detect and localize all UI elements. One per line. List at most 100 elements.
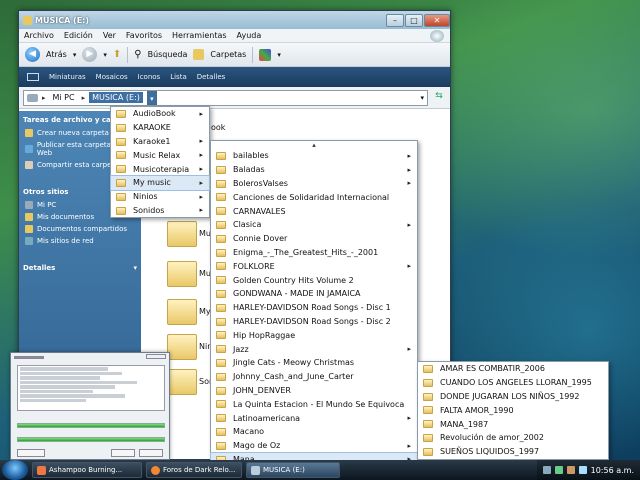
menu-item[interactable]: FOLKLORE ▸ xyxy=(211,259,417,273)
menu-item[interactable]: La Quinta Estacion - El Mundo Se Equivoc… xyxy=(211,397,417,411)
folder-icon[interactable] xyxy=(167,369,197,395)
search-button[interactable]: Búsqueda xyxy=(148,50,188,59)
place-shared-documents[interactable]: Documentos compartidos xyxy=(19,223,141,235)
dialog-button[interactable] xyxy=(17,449,45,457)
chevron-down-icon[interactable]: ▾ xyxy=(103,51,107,59)
menu-item[interactable]: bailables ▸ xyxy=(211,149,417,163)
menu-item[interactable]: Jingle Cats - Meowy Christmas xyxy=(211,356,417,370)
folder-icon[interactable] xyxy=(167,221,197,247)
title-bar[interactable]: MUSICA (E:) – □ ✕ xyxy=(19,11,450,29)
menu-item[interactable]: Enigma_-_The_Greatest_Hits_-_2001 xyxy=(211,246,417,260)
folder-label[interactable]: ook xyxy=(211,123,225,132)
network-icon xyxy=(25,237,33,245)
close-button[interactable]: ✕ xyxy=(424,13,450,27)
preview-pane-icon[interactable] xyxy=(27,73,39,81)
place-network[interactable]: Mis sitios de red xyxy=(19,235,141,247)
menu-item[interactable]: Baladas ▸ xyxy=(211,163,417,177)
taskbar-button-foros[interactable]: Foros de Dark Relo... xyxy=(146,462,242,478)
dialog-button[interactable] xyxy=(111,449,135,457)
view-list[interactable]: Lista xyxy=(170,73,187,81)
chevron-down-icon[interactable]: ▾ xyxy=(73,51,77,59)
view-icons[interactable]: Iconos xyxy=(138,73,161,81)
menu-item[interactable]: Music Relax ▸ xyxy=(111,148,209,162)
menu-item[interactable]: Clasica ▸ xyxy=(211,218,417,232)
menu-item[interactable]: Latinoamericana ▸ xyxy=(211,411,417,425)
address-box[interactable]: ▸ Mi PC ▸ MUSICA (E:) ▾ ▾ xyxy=(23,89,428,106)
start-button[interactable] xyxy=(2,460,28,480)
views-icon[interactable] xyxy=(259,48,272,61)
view-thumbnails[interactable]: Miniaturas xyxy=(49,73,86,81)
view-tiles[interactable]: Mosaicos xyxy=(96,73,128,81)
back-button[interactable]: Atrás xyxy=(46,50,67,59)
tray-icon[interactable] xyxy=(554,466,563,474)
menu-item-label: DONDE JUGARAN LOS NIÑOS_1992 xyxy=(440,391,580,401)
menu-item[interactable]: Ninios ▸ xyxy=(111,190,209,204)
menu-item[interactable]: My music ▸ xyxy=(110,174,210,191)
menu-item[interactable]: BolerosValses ▸ xyxy=(211,177,417,191)
menu-item[interactable]: AudioBook ▸ xyxy=(111,107,209,121)
menu-item[interactable]: JOHN_DENVER xyxy=(211,384,417,398)
menu-archivo[interactable]: Archivo xyxy=(24,31,54,40)
menu-item[interactable]: GONDWANA - MADE IN JAMAICA xyxy=(211,287,417,301)
menu-item-label: Ninios xyxy=(133,192,158,202)
menu-ayuda[interactable]: Ayuda xyxy=(237,31,262,40)
menu-item[interactable]: Jazz ▸ xyxy=(211,342,417,356)
menu-item[interactable]: Johnny_Cash_and_June_Carter xyxy=(211,370,417,384)
breadcrumb-musica[interactable]: MUSICA (E:) xyxy=(89,92,143,103)
clock[interactable]: 10:56 a.m. xyxy=(591,466,634,475)
taskbar-button-musica[interactable]: MUSICA (E:) xyxy=(246,462,340,478)
menu-item[interactable]: Hip HopRaggae xyxy=(211,328,417,342)
folder-icon[interactable] xyxy=(167,261,197,287)
view-details[interactable]: Detalles xyxy=(197,73,226,81)
folder-icon[interactable] xyxy=(167,334,197,360)
submenu-arrow-icon: ▸ xyxy=(199,137,203,146)
menu-item[interactable]: Canciones de Solidaridad Internacional xyxy=(211,190,417,204)
chevron-right-icon[interactable]: ▸ xyxy=(42,94,46,102)
menu-item[interactable]: FALTA AMOR_1990 xyxy=(418,403,608,417)
folders-button[interactable]: Carpetas xyxy=(210,50,246,59)
menu-item[interactable]: Sonidos ▸ xyxy=(111,204,209,218)
menu-item[interactable]: Revolución de amor_2002 xyxy=(418,431,608,445)
menu-item[interactable]: Karaoke1 ▸ xyxy=(111,135,209,149)
menu-item[interactable]: Macano xyxy=(211,425,417,439)
volume-icon[interactable] xyxy=(578,466,587,474)
address-history-dropdown[interactable]: ▾ xyxy=(420,94,424,102)
menu-item[interactable]: MANA_1987 xyxy=(418,417,608,431)
menu-edicion[interactable]: Edición xyxy=(64,31,93,40)
forward-arrow-icon[interactable]: ▶ xyxy=(82,47,98,62)
dialog-button[interactable] xyxy=(139,449,163,457)
back-arrow-icon[interactable]: ◀ xyxy=(25,47,40,62)
breadcrumb-mi-pc[interactable]: Mi PC xyxy=(50,92,78,103)
menu-ver[interactable]: Ver xyxy=(103,31,116,40)
menu-item[interactable]: DONDE JUGARAN LOS NIÑOS_1992 xyxy=(418,390,608,404)
menu-item[interactable]: Mago de Oz ▸ xyxy=(211,439,417,453)
menu-item[interactable]: Golden Country Hits Volume 2 xyxy=(211,273,417,287)
task-section-details[interactable]: Detalles ▾ xyxy=(19,259,141,275)
expand-chevron-icon[interactable]: ▾ xyxy=(133,264,137,272)
go-icon[interactable]: ⇆ xyxy=(432,91,446,105)
menu-item[interactable]: HARLEY-DAVIDSON Road Songs - Disc 1 xyxy=(211,301,417,315)
menu-favoritos[interactable]: Favoritos xyxy=(126,31,162,40)
menu-item[interactable]: SUEÑOS LIQUIDOS_1997 xyxy=(418,445,608,459)
menu-item[interactable]: AMAR ES COMBATIR_2006 xyxy=(418,362,608,376)
up-folder-icon[interactable]: ⬆ xyxy=(113,49,121,60)
chevron-right-icon[interactable]: ▸ xyxy=(82,94,86,102)
menu-item[interactable]: CUANDO LOS ANGELES LLORAN_1995 xyxy=(418,376,608,390)
menu-item[interactable]: Musicoterapia ▸ xyxy=(111,162,209,176)
maximize-button[interactable]: □ xyxy=(405,13,423,27)
menu-item[interactable]: Connie Dover xyxy=(211,232,417,246)
small-window-title[interactable] xyxy=(11,353,169,362)
menu-item[interactable]: KARAOKE xyxy=(111,121,209,135)
folder-icon[interactable] xyxy=(167,299,197,325)
menu-herramientas[interactable]: Herramientas xyxy=(172,31,227,40)
breadcrumb-dropdown-button[interactable]: ▾ xyxy=(146,90,157,105)
minimize-button[interactable]: – xyxy=(386,13,404,27)
tray-icon[interactable] xyxy=(566,466,575,474)
chevron-down-icon[interactable]: ▾ xyxy=(277,51,281,59)
taskbar-button-ashampoo[interactable]: Ashampoo Burning... xyxy=(32,462,142,478)
scroll-up-arrow[interactable]: ▴ xyxy=(211,141,417,149)
tray-icon[interactable] xyxy=(542,466,551,474)
view-toolbar: Miniaturas Mosaicos Iconos Lista Detalle… xyxy=(19,67,450,87)
menu-item[interactable]: CARNAVALES xyxy=(211,204,417,218)
menu-item[interactable]: HARLEY-DAVIDSON Road Songs - Disc 2 xyxy=(211,315,417,329)
